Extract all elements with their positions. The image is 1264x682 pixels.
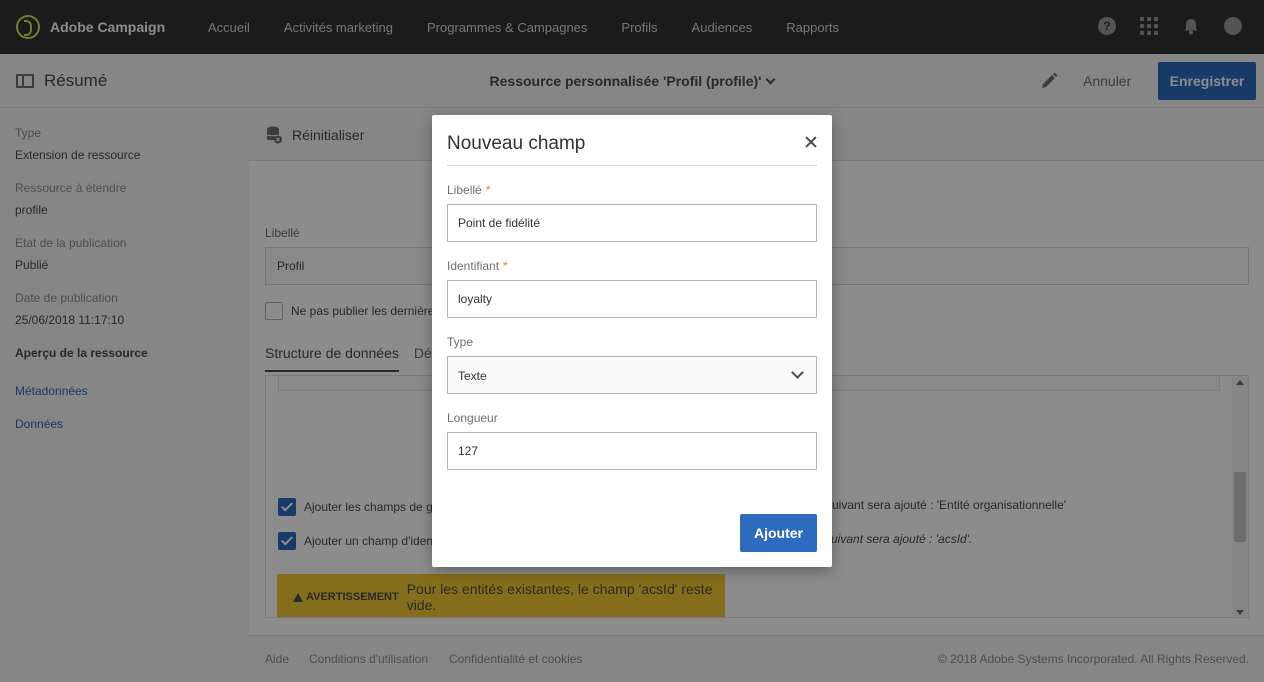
required-marker: *: [485, 183, 491, 197]
field-type-value: Texte: [458, 369, 487, 383]
field-longueur-label: Longueur: [447, 411, 498, 425]
close-icon[interactable]: [804, 135, 818, 149]
field-libelle-label: Libellé *: [447, 183, 491, 197]
new-field-dialog: Nouveau champ Libellé* Identifiant* Type…: [432, 115, 832, 567]
chevron-down-icon: [791, 366, 804, 379]
required-marker: *: [503, 259, 508, 273]
field-type-select[interactable]: Texte: [447, 356, 817, 394]
field-identifiant-input[interactable]: [447, 280, 817, 318]
dialog-divider: [447, 165, 817, 166]
add-button[interactable]: Ajouter: [740, 514, 817, 552]
dialog-title: Nouveau champ: [447, 133, 586, 154]
field-type-label: Type: [447, 335, 474, 349]
field-libelle-input[interactable]: [447, 204, 817, 242]
field-identifiant-label: Identifiant *: [447, 259, 508, 273]
field-longueur-input[interactable]: [447, 432, 817, 470]
